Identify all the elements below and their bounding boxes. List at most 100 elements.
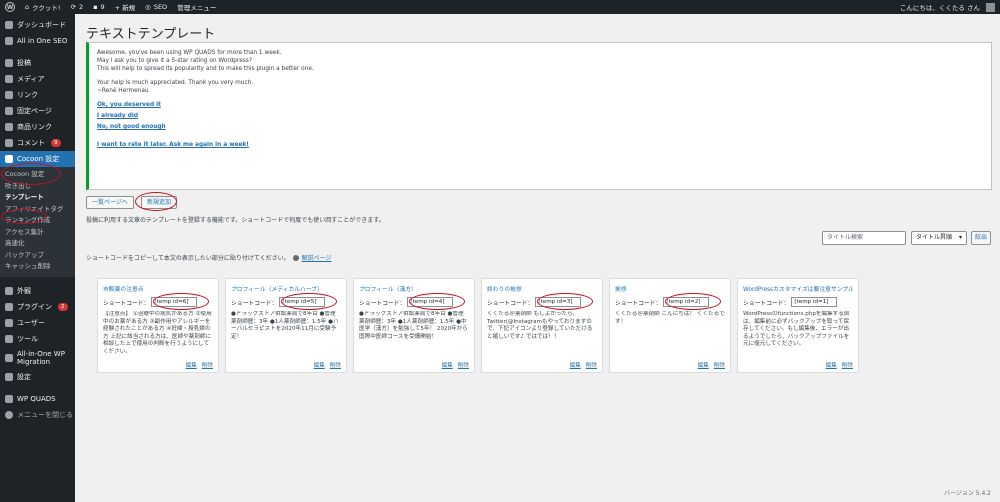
- rating-notice: Awesome, you've been using WP QUADS for …: [86, 42, 992, 190]
- admin-menu-link[interactable]: 管理メニュー: [172, 0, 221, 14]
- sidebar-item-all-in-one-seo[interactable]: All in One SEO: [0, 33, 75, 49]
- submenu-speedup[interactable]: 高速化: [0, 238, 75, 250]
- seo-menu-link[interactable]: ◎ SEO: [140, 0, 172, 14]
- comment-icon: ▪: [93, 3, 98, 11]
- link-icon: [5, 91, 13, 99]
- sidebar-item-product-links[interactable]: 商品リンク: [0, 119, 75, 135]
- page-description: 投稿に利用する文章のテンプレートを登録する機能です。ショートコードで何度でも使い…: [86, 217, 385, 224]
- filter-button[interactable]: 絞出: [971, 231, 991, 245]
- template-cards: 市販薬の注意点 ショートコード： [temp id=6] 【注意点】 ①治療中の病…: [97, 278, 987, 373]
- collapse-menu-button[interactable]: メニューを閉じる: [0, 407, 75, 423]
- template-title-link[interactable]: プロフィール（漢方）: [359, 284, 469, 292]
- sidebar-item-plugins[interactable]: プラグイン 2: [0, 299, 75, 315]
- comments-link[interactable]: ▪ 9: [88, 0, 110, 14]
- home-icon: ⌂: [25, 3, 30, 11]
- template-title-link[interactable]: WordPressカスタマイズは要注意サンプル: [743, 284, 853, 292]
- rate-now-link[interactable]: Ok, you deserved it: [97, 101, 983, 109]
- wordpress-logo-button[interactable]: W: [0, 0, 20, 14]
- delete-link[interactable]: 削除: [330, 361, 341, 369]
- sidebar-item-comments[interactable]: コメント 9: [0, 135, 75, 151]
- sidebar-item-pages[interactable]: 固定ページ: [0, 103, 75, 119]
- template-title-link[interactable]: プロフィール（メディカルハーブ）: [231, 284, 341, 292]
- my-account-link[interactable]: こんにちは、くくたる さん: [895, 0, 1000, 14]
- sidebar-item-wp-quads[interactable]: WP QUADS: [0, 391, 75, 407]
- template-card: プロフィール（漢方） ショートコード： [temp id=4] ●ドラッグストア併…: [353, 278, 475, 373]
- highlight-circle: [135, 192, 177, 211]
- avatar: [986, 2, 995, 12]
- sidebar-item-settings[interactable]: 設定: [0, 369, 75, 385]
- admin-bar: W ⌂ ククット! ⟳ 2 ▪ 9 + 新規 ◎ SEO 管理メニュー こんにちは、くく…: [0, 0, 1000, 14]
- template-card: プロフィール（メディカルハーブ） ショートコード： [temp id=5] ●ドラ…: [225, 278, 347, 373]
- submenu-template[interactable]: テンプレート: [0, 192, 75, 204]
- template-body: 【注意点】 ①治療中の病気がある方 ②使用中のお薬がある方 ③副作用やアレルギー…: [103, 311, 212, 353]
- template-body: ●ドラッグストア併設薬局で8年目 ●管理薬剤師歴：3年 ●1人薬剤師歴：1.5年…: [359, 311, 468, 340]
- main-content: テキストテンプレート Awesome, you've been using WP…: [75, 14, 1000, 502]
- collapse-icon: [5, 410, 13, 419]
- template-title-link[interactable]: 終わりの挨拶: [487, 284, 597, 292]
- delete-link[interactable]: 削除: [586, 361, 597, 369]
- highlight-circle: [537, 293, 593, 310]
- highlight-circle: [1, 209, 47, 224]
- template-title-link[interactable]: 挨拶: [615, 284, 725, 292]
- tools-icon: [5, 334, 13, 343]
- chevron-down-icon: ▾: [958, 234, 962, 241]
- sidebar-item-appearance[interactable]: 外観: [0, 283, 75, 299]
- delete-link[interactable]: 削除: [458, 361, 469, 369]
- sidebar-item-media[interactable]: メディア: [0, 71, 75, 87]
- sidebar-item-tools[interactable]: ツール: [0, 331, 75, 347]
- site-name-link[interactable]: ⌂ ククット!: [20, 0, 66, 14]
- media-icon: [5, 75, 13, 83]
- new-content-link[interactable]: + 新規: [110, 0, 141, 14]
- delete-link[interactable]: 削除: [202, 361, 213, 369]
- sort-select[interactable]: タイトル昇順 ▾: [911, 231, 967, 245]
- submenu-cache-clear[interactable]: キャッシュ削除: [0, 261, 75, 273]
- quads-icon: [5, 394, 13, 403]
- template-card: 挨拶 ショートコード： [temp id=2] くくたる＠薬剤師 こんにちは！ く…: [609, 278, 731, 373]
- template-body: くくたる＠薬剤師 こんにちは！ くくたるです！: [615, 311, 725, 325]
- edit-link[interactable]: 編集: [826, 361, 837, 369]
- product-icon: [5, 123, 13, 131]
- highlight-circle: [153, 293, 209, 310]
- sidebar-item-posts[interactable]: 投稿: [0, 55, 75, 71]
- cocoon-icon: [5, 155, 13, 163]
- plugins-count-badge: 2: [58, 302, 68, 311]
- template-title-link[interactable]: 市販薬の注意点: [103, 284, 213, 292]
- template-body: くくたる＠薬剤師 もしよかったら、Twitter(@Instagramもやってお…: [487, 311, 593, 340]
- sidebar-item-links[interactable]: リンク: [0, 87, 75, 103]
- updates-link[interactable]: ⟳ 2: [66, 0, 89, 14]
- sidebar-item-migration[interactable]: All-in-One WP Migration: [0, 347, 75, 369]
- pin-icon: [5, 59, 13, 67]
- list-page-button[interactable]: 一覧ページへ: [86, 196, 134, 209]
- highlight-circle: [281, 293, 337, 310]
- shortcode-field[interactable]: [temp id=1]: [791, 297, 838, 307]
- edit-link[interactable]: 編集: [570, 361, 581, 369]
- version-text: バージョン 5.4.2: [943, 490, 991, 497]
- title-search-input[interactable]: タイトル検索: [822, 231, 906, 245]
- template-body: ●ドラッグストア併設薬局で8年目 ●管理薬剤師歴：3年 ●1人薬剤師歴：1.5年…: [231, 311, 339, 340]
- seo-icon: [5, 37, 13, 45]
- dashboard-icon: [5, 21, 13, 29]
- edit-link[interactable]: 編集: [442, 361, 453, 369]
- help-page-link[interactable]: 解説ページ: [302, 253, 332, 262]
- appearance-icon: [5, 286, 13, 295]
- sidebar-item-dashboard[interactable]: ダッシュボード: [0, 17, 75, 33]
- edit-link[interactable]: 編集: [314, 361, 325, 369]
- sidebar-item-users[interactable]: ユーザー: [0, 315, 75, 331]
- submenu-backup[interactable]: バックアップ: [0, 250, 75, 262]
- help-icon: [292, 254, 299, 261]
- edit-link[interactable]: 編集: [186, 361, 197, 369]
- settings-icon: [5, 372, 13, 381]
- template-card: 終わりの挨拶 ショートコード： [temp id=3] くくたる＠薬剤師 もしよか…: [481, 278, 603, 373]
- migration-icon: [5, 353, 13, 362]
- comments-count-badge: 9: [51, 139, 61, 147]
- rate-later-link[interactable]: I want to rate it later. Ask me again in…: [97, 141, 983, 149]
- submenu-access-stats[interactable]: アクセス集計: [0, 227, 75, 239]
- edit-link[interactable]: 編集: [698, 361, 709, 369]
- delete-link[interactable]: 削除: [842, 361, 853, 369]
- not-good-link[interactable]: No, not good enough: [97, 123, 983, 131]
- delete-link[interactable]: 削除: [714, 361, 725, 369]
- already-rated-link[interactable]: I already did: [97, 112, 983, 120]
- admin-sidebar: ダッシュボード All in One SEO 投稿 メディア リンク 固定ページ…: [0, 14, 75, 502]
- comment-icon: [5, 139, 13, 147]
- template-card: WordPressカスタマイズは要注意サンプル ショートコード： [temp id…: [737, 278, 859, 373]
